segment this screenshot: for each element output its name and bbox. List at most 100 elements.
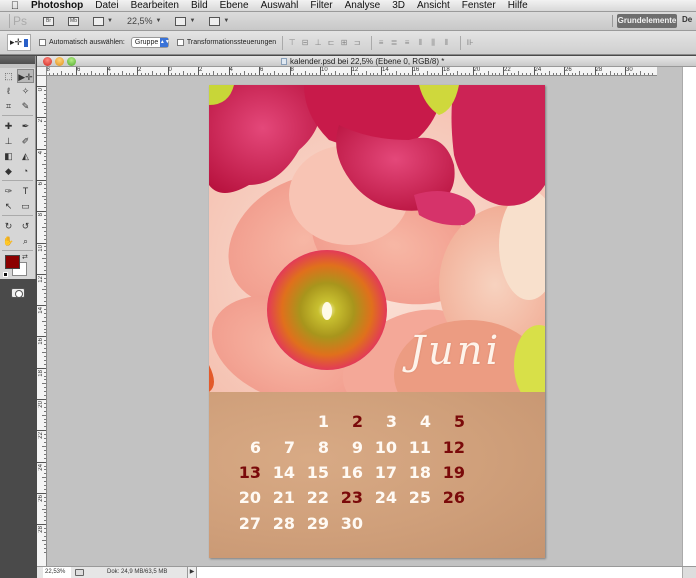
zoom-button[interactable]	[67, 57, 76, 66]
zoom-field[interactable]: 22,53%	[43, 567, 71, 578]
screen-mode-button[interactable]: ▼	[209, 16, 229, 26]
ruler-minor-tick	[44, 449, 46, 451]
ruler-minor-tick	[44, 215, 46, 217]
eyedropper-tool-icon[interactable]: ✎	[17, 99, 34, 113]
vertical-scrollbar[interactable]	[682, 67, 696, 566]
paint-bucket-tool-icon[interactable]: ◭	[17, 149, 34, 163]
menu-bearbeiten[interactable]: Bearbeiten	[131, 0, 179, 11]
ruler-minor-tick	[44, 156, 46, 158]
brush-tool-icon[interactable]: ✒	[17, 119, 34, 133]
ruler-minor-tick	[44, 309, 46, 310]
rectangle-tool-icon[interactable]: ▭	[17, 199, 34, 213]
apple-icon[interactable]: 	[8, 0, 22, 12]
history-brush-tool-icon[interactable]: ✐	[17, 134, 34, 148]
clone-stamp-tool-icon[interactable]: ⊥	[0, 134, 17, 148]
swap-colors-icon[interactable]: ⇄	[22, 253, 28, 261]
path-selection-tool-icon[interactable]: ↖	[0, 199, 17, 213]
ruler-minor-tick	[42, 320, 46, 322]
divider	[2, 180, 33, 181]
workspace-button-next[interactable]: De	[682, 15, 692, 24]
auto-select-label: Automatisch auswählen:	[49, 39, 125, 46]
preview-icon[interactable]	[75, 569, 84, 576]
distribute-bottom-icon[interactable]: ≡	[402, 38, 412, 47]
calendar-day: 13	[238, 463, 261, 482]
ruler-minor-tick	[232, 73, 234, 75]
status-menu-button[interactable]: ▶	[187, 567, 197, 578]
menu-bild[interactable]: Bild	[191, 0, 208, 11]
quick-mask-icon[interactable]	[10, 288, 25, 298]
crop-tool-icon[interactable]: ⌗	[0, 99, 17, 113]
distribute-horizontal-center-icon[interactable]: ⫼	[428, 38, 438, 47]
transform-controls-checkbox[interactable]: Transformationssteuerungen	[176, 39, 276, 46]
tool-preset-picker[interactable]: ▸✛	[7, 34, 31, 51]
auto-select-target-select[interactable]: Gruppe ▲▼	[130, 37, 170, 48]
canvas-area[interactable]: Juni 1 2 3 4 5 6 7 8 9 10 11 12 13 14 15 16 17 18 19 20 21 22…	[47, 76, 657, 566]
calendar-page[interactable]: Juni 1 2 3 4 5 6 7 8 9 10 11 12 13 14 15 16 17 18 19 20 21 22…	[209, 85, 545, 558]
ruler-minor-tick	[522, 73, 524, 75]
dodge-tool-icon[interactable]: ◔	[17, 164, 34, 178]
horizontal-scrollbar[interactable]	[197, 567, 682, 578]
3d-orbit-tool-icon[interactable]: ↺	[17, 219, 34, 233]
hand-tool-icon[interactable]: ✋	[0, 234, 17, 248]
marquee-tool-icon[interactable]: ⬚	[0, 69, 17, 83]
checkbox-box[interactable]	[176, 39, 184, 46]
checkbox-box[interactable]	[39, 39, 46, 46]
distribute-vertical-center-icon[interactable]: ≣	[389, 38, 399, 47]
align-horizontal-center-icon[interactable]: ⊞	[339, 38, 349, 47]
zoom-tool-icon[interactable]: ⌕	[17, 234, 34, 248]
bridge-button[interactable]: Br	[43, 16, 55, 26]
options-bar: ▸✛ Automatisch auswählen: Gruppe ▲▼ Trans…	[0, 31, 696, 55]
menu-filter[interactable]: Filter	[310, 0, 332, 11]
auto-align-layers-icon[interactable]: ⊪	[465, 38, 475, 47]
pen-tool-icon[interactable]: ✑	[0, 184, 17, 198]
align-left-icon[interactable]: ⊏	[326, 38, 336, 47]
ruler-minor-tick	[95, 73, 97, 75]
align-top-icon[interactable]: ⊤	[287, 38, 297, 47]
arrange-documents-button[interactable]: ▼	[175, 16, 195, 26]
ruler-minor-tick	[419, 73, 421, 75]
3d-rotate-tool-icon[interactable]: ↻	[0, 219, 17, 233]
ruler-origin[interactable]	[37, 67, 47, 76]
align-right-icon[interactable]: ⊐	[352, 38, 362, 47]
distribute-top-icon[interactable]: ≡	[376, 38, 386, 47]
lasso-tool-icon[interactable]: ℓ	[0, 84, 17, 98]
type-tool-icon[interactable]: T	[17, 184, 34, 198]
distribute-left-icon[interactable]: ⫴	[415, 38, 425, 47]
menu-3d[interactable]: 3D	[392, 0, 405, 11]
quick-selection-tool-icon[interactable]: ✧	[17, 84, 34, 98]
menu-fenster[interactable]: Fenster	[462, 0, 496, 11]
auto-select-checkbox[interactable]: Automatisch auswählen:	[39, 39, 125, 46]
ruler-minor-tick	[44, 328, 46, 330]
menu-auswahl[interactable]: Auswahl	[261, 0, 299, 11]
eraser-tool-icon[interactable]: ◧	[0, 149, 17, 163]
menu-ebene[interactable]: Ebene	[220, 0, 249, 11]
move-tool-icon[interactable]: ▶✛	[17, 68, 34, 83]
document-title-bar[interactable]: kalender.psd bei 22,5% (Ebene 0, RGB/8) …	[37, 56, 696, 67]
menu-analyse[interactable]: Analyse	[345, 0, 381, 11]
distribute-right-icon[interactable]: ⫴	[441, 38, 451, 47]
mini-bridge-button[interactable]: Mb	[68, 16, 80, 26]
view-extras-button[interactable]: ▼	[93, 16, 113, 26]
menu-hilfe[interactable]: Hilfe	[508, 0, 528, 11]
menu-photoshop[interactable]: Photoshop	[31, 0, 83, 11]
menu-ansicht[interactable]: Ansicht	[417, 0, 450, 11]
menu-datei[interactable]: Datei	[95, 0, 118, 11]
align-vertical-center-icon[interactable]: ⊟	[300, 38, 310, 47]
ruler-minor-tick	[426, 71, 428, 75]
resize-handle[interactable]	[682, 567, 696, 578]
foreground-color-swatch[interactable]	[5, 255, 20, 269]
panel-handle[interactable]	[0, 56, 35, 64]
default-colors-icon[interactable]	[3, 272, 8, 277]
minimize-button[interactable]	[55, 57, 64, 66]
vertical-ruler[interactable]: 0 2 4 6 8 10 12 14 16 18 20 22 24 26 28	[37, 76, 47, 566]
ruler-minor-tick	[68, 73, 70, 75]
workspace-button-grundelemente[interactable]: Grundelemente	[617, 14, 677, 28]
close-button[interactable]	[43, 57, 52, 66]
horizontal-ruler[interactable]: 108642024681012141618202224262830	[47, 67, 657, 76]
ruler-minor-tick	[327, 73, 329, 75]
healing-brush-tool-icon[interactable]: ✚	[0, 119, 17, 133]
ruler-minor-tick	[388, 73, 390, 75]
align-bottom-icon[interactable]: ⊥	[313, 38, 323, 47]
blur-tool-icon[interactable]: ◆	[0, 164, 17, 178]
zoom-level-dropdown[interactable]: 22,5% ▼	[127, 16, 161, 26]
